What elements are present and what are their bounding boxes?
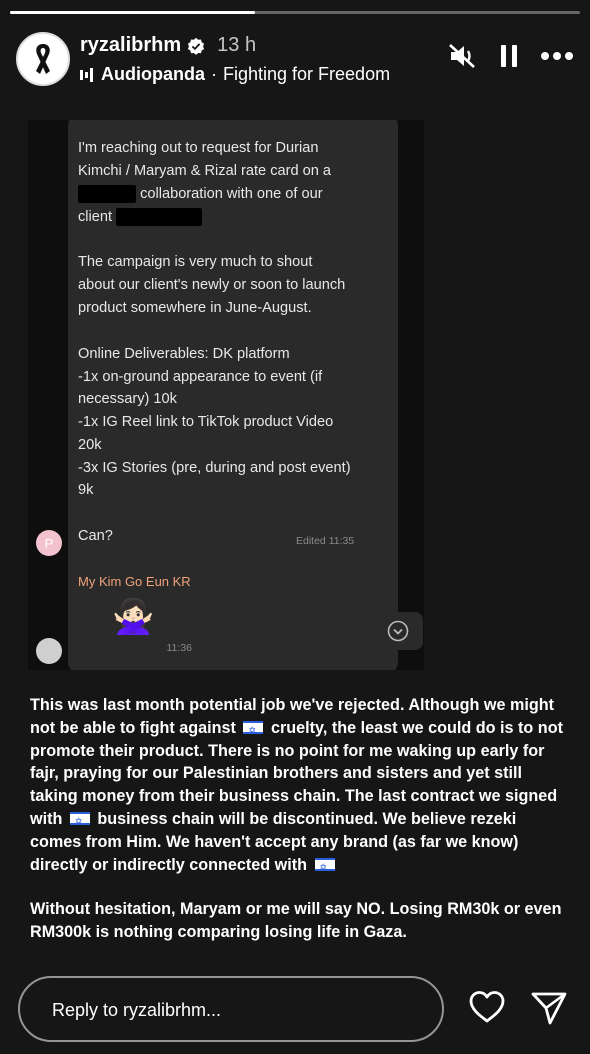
message-text: client — [78, 208, 113, 225]
edited-timestamp: Edited 11:35 — [296, 535, 355, 547]
message-line: -1x IG Reel link to TikTok product Video — [78, 414, 334, 430]
reply-sender-avatar — [36, 638, 62, 664]
flag-icon — [314, 856, 335, 878]
send-icon[interactable] — [530, 990, 568, 1026]
message-line: client — [78, 208, 203, 226]
scroll-down-button — [373, 612, 423, 650]
music-separator: · — [211, 64, 217, 84]
heart-icon[interactable] — [468, 990, 506, 1024]
story-progress-fill — [10, 11, 256, 14]
message-line: -1x on-ground appearance to event (if — [78, 369, 323, 385]
black-ribbon-icon — [36, 44, 50, 74]
reply-sender-name: My Kim Go Eun KR — [78, 574, 191, 589]
caption-text: business chain will be discontinued. We … — [30, 809, 519, 874]
chevron-down-icon — [387, 620, 409, 642]
message-line: Online Deliverables: DK platform — [78, 346, 290, 362]
caption-paragraph: This was last month potential job we've … — [30, 694, 570, 878]
message-line: collaboration with one of our — [78, 185, 323, 203]
message-line: I'm reaching out to request for Durian — [78, 140, 319, 156]
verified-badge-icon — [188, 37, 205, 55]
music-title: Fighting for Freedom — [223, 64, 391, 84]
redaction-block — [78, 185, 136, 203]
story-progress-bar — [10, 11, 580, 14]
message-line: Can? — [78, 528, 113, 544]
story-header: ryzalibrhm 13 h Audiopanda · Fighting fo… — [16, 28, 574, 90]
no-gesture-emoji: 🙅🏻‍♀️ — [112, 598, 155, 636]
mute-icon[interactable] — [448, 42, 478, 70]
music-bars-icon — [80, 67, 93, 82]
whatsapp-screenshot: I'm reaching out to request for Durian K… — [28, 120, 424, 670]
sender-avatar: P — [36, 530, 62, 556]
message-line: 20k — [78, 437, 102, 453]
redaction-block — [116, 208, 203, 226]
message-line: Kimchi / Maryam & Rizal rate card on a — [78, 163, 332, 179]
reply-placeholder: Reply to ryzalibrhm... — [52, 1000, 222, 1020]
profile-avatar[interactable] — [16, 32, 70, 86]
message-line: 9k — [78, 482, 94, 498]
message-line: necessary) 10k — [78, 391, 177, 407]
flag-icon — [69, 810, 90, 833]
message-text: collaboration with one of our — [140, 185, 323, 202]
flag-icon — [243, 719, 264, 742]
music-artist: Audiopanda — [101, 64, 205, 84]
message-line: The campaign is very much to shout — [78, 254, 313, 270]
reply-timestamp: 11:36 — [166, 642, 193, 654]
username[interactable]: ryzalibrhm — [80, 34, 181, 57]
reply-message-bubble: My Kim Go Eun KR 🙅🏻‍♀️ 11:36 — [70, 566, 200, 662]
reply-input[interactable]: Reply to ryzalibrhm... — [18, 976, 444, 1042]
more-icon[interactable] — [540, 51, 574, 61]
pause-icon[interactable] — [500, 43, 518, 69]
message-line: about our client's newly or soon to laun… — [78, 277, 346, 293]
message-line: product somewhere in June-August. — [78, 300, 312, 316]
music-attribution[interactable]: Audiopanda · Fighting for Freedom — [80, 64, 430, 85]
caption-paragraph: Without hesitation, Maryam or me will sa… — [30, 900, 562, 942]
post-time: 13 h — [217, 34, 257, 56]
message-line: -3x IG Stories (pre, during and post eve… — [78, 460, 351, 476]
story-caption: This was last month potential job we've … — [30, 694, 570, 944]
